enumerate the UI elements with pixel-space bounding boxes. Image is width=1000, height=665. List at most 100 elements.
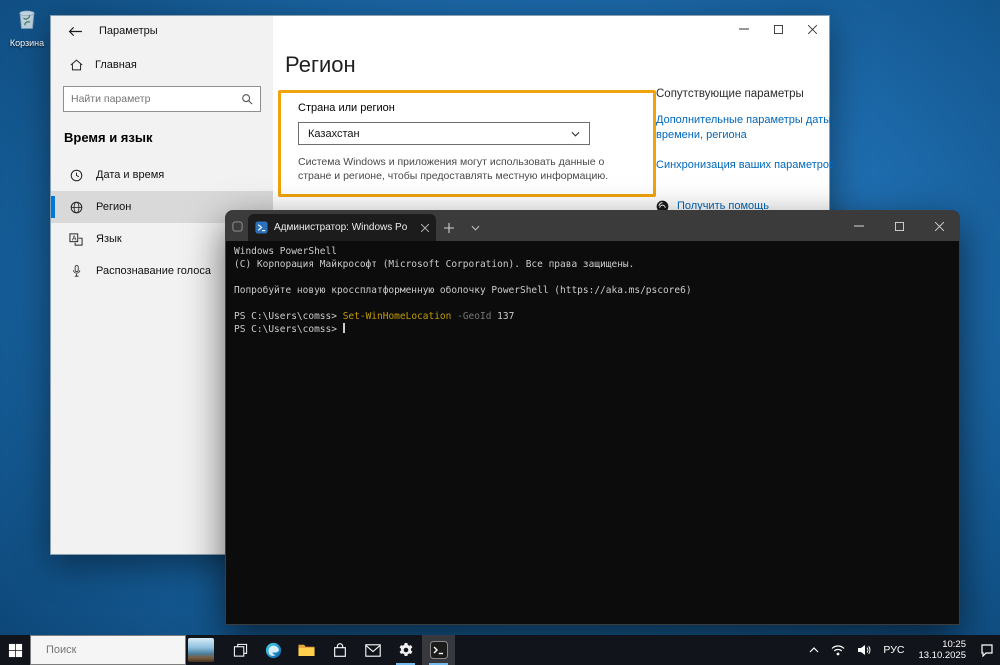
terminal-tab[interactable]: Администратор: Windows Po: [248, 214, 436, 241]
mail-button[interactable]: [356, 635, 389, 665]
parameter-text: -GeoId: [457, 311, 492, 322]
settings-window-controls: [727, 16, 829, 42]
new-tab-button[interactable]: [436, 214, 462, 241]
sidebar-item-label: Язык: [96, 233, 122, 245]
country-dropdown[interactable]: Казахстан: [298, 122, 590, 145]
terminal-prompt-line: PS C:\Users\comss>: [234, 323, 959, 336]
clock-date: 13.10.2025: [918, 650, 966, 661]
edge-button[interactable]: [257, 635, 290, 665]
file-explorer-button[interactable]: [290, 635, 323, 665]
home-icon: [68, 59, 84, 71]
link-sync-settings[interactable]: Синхронизация ваших параметров: [656, 158, 838, 173]
gear-icon: [399, 643, 412, 656]
command-text: Set-WinHomeLocation: [342, 311, 452, 322]
folder-icon: [298, 644, 315, 656]
settings-search-box[interactable]: [63, 86, 261, 112]
maximize-icon: [773, 24, 783, 34]
terminal-titlebar[interactable]: Администратор: Windows Po: [226, 211, 959, 241]
wifi-icon: [831, 644, 845, 655]
volume-button[interactable]: [851, 635, 877, 665]
settings-search-input[interactable]: [71, 93, 241, 105]
store-bag-icon: [333, 642, 346, 657]
back-arrow-icon: [68, 26, 82, 36]
prompt-text: PS C:\Users\comss>: [234, 324, 337, 335]
terminal-line: (C) Корпорация Майкрософт (Microsoft Cor…: [234, 259, 635, 270]
network-button[interactable]: [825, 635, 851, 665]
widgets-button[interactable]: [186, 635, 216, 665]
action-center-button[interactable]: [974, 635, 1000, 665]
prompt-text: PS C:\Users\comss>: [234, 311, 337, 322]
sidebar-item-home[interactable]: Главная: [51, 52, 273, 78]
sidebar-section-title: Время и язык: [64, 130, 153, 145]
microphone-icon: [68, 264, 84, 278]
terminal-app-button[interactable]: [422, 635, 455, 665]
terminal-tab-title: Администратор: Windows Po: [274, 222, 408, 233]
terminal-minimize-button[interactable]: [839, 211, 879, 241]
country-region-highlight: Страна или регион Казахстан Система Wind…: [278, 90, 656, 197]
start-button[interactable]: [0, 635, 30, 665]
language-icon: A: [68, 232, 84, 246]
terminal-icon: [429, 641, 448, 659]
terminal-window: Администратор: Windows Po Windows PowerS…: [225, 210, 960, 625]
search-icon: [242, 94, 253, 105]
sidebar-home-label: Главная: [95, 59, 137, 71]
tray-overflow-button[interactable]: [803, 635, 825, 665]
sidebar-item-label: Регион: [96, 201, 132, 213]
minimize-icon: [854, 225, 864, 227]
minimize-icon: [739, 28, 749, 30]
task-view-icon: [233, 643, 248, 657]
task-view-button[interactable]: [224, 635, 257, 665]
country-value: Казахстан: [308, 127, 360, 140]
taskbar: РУС 10:25 13.10.2025: [0, 635, 1000, 665]
chevron-down-icon: [471, 225, 479, 231]
taskbar-search-input[interactable]: [46, 644, 188, 656]
close-button[interactable]: [795, 16, 829, 42]
country-hint: Система Windows и приложения могут испол…: [298, 156, 609, 182]
related-title: Сопутствующие параметры: [656, 88, 804, 100]
terminal-output[interactable]: Windows PowerShell (C) Корпорация Майкро…: [226, 241, 959, 336]
mail-icon: [364, 643, 381, 657]
terminal-command-line: PS C:\Users\comss> Set-WinHomeLocation -…: [234, 310, 959, 323]
desktop: Корзина Параметры Главная Найти параметр…: [0, 0, 1000, 665]
notification-icon: [981, 644, 993, 657]
edge-icon: [265, 642, 282, 658]
recycle-bin-icon: [19, 10, 35, 29]
terminal-line: Попробуйте новую кроссплатформенную обол…: [234, 285, 692, 296]
page-title: Регион: [285, 52, 356, 77]
maximize-icon: [894, 221, 904, 231]
recycle-bin[interactable]: Корзина: [4, 4, 50, 48]
country-label: Страна или регион: [298, 102, 395, 114]
weather-widget-icon: [188, 638, 214, 662]
maximize-button[interactable]: [761, 16, 795, 42]
windows-logo-icon: [8, 643, 22, 657]
tab-close-icon[interactable]: [421, 223, 429, 232]
language-indicator[interactable]: РУС: [877, 635, 910, 665]
sidebar-item-date-time[interactable]: Дата и время: [51, 159, 273, 191]
taskbar-search-box[interactable]: [30, 635, 188, 665]
terminal-cursor: [342, 323, 345, 333]
terminal-close-button[interactable]: [919, 211, 959, 241]
chevron-down-icon: [571, 131, 580, 137]
tab-dropdown-button[interactable]: [462, 214, 488, 241]
sidebar-item-label: Дата и время: [96, 169, 165, 181]
system-tray: РУС 10:25 13.10.2025: [803, 635, 1000, 665]
clock-icon: [68, 169, 84, 182]
recycle-bin-label: Корзина: [9, 38, 45, 48]
minimize-button[interactable]: [727, 16, 761, 42]
store-button[interactable]: [323, 635, 356, 665]
back-button[interactable]: [68, 26, 83, 37]
settings-titlebar: Параметры: [51, 16, 273, 46]
speaker-icon: [858, 645, 871, 655]
argument-text: 137: [497, 311, 515, 322]
link-additional-datetime-region[interactable]: Дополнительные параметры даты, времени, …: [656, 113, 838, 143]
taskbar-clock[interactable]: 10:25 13.10.2025: [910, 639, 974, 661]
chevron-up-icon: [809, 647, 819, 653]
settings-app-button[interactable]: [389, 635, 422, 665]
clock-time: 10:25: [942, 639, 966, 650]
globe-icon: [68, 201, 84, 214]
terminal-maximize-button[interactable]: [879, 211, 919, 241]
plus-icon: [444, 222, 454, 233]
terminal-line: Windows PowerShell: [234, 246, 337, 257]
